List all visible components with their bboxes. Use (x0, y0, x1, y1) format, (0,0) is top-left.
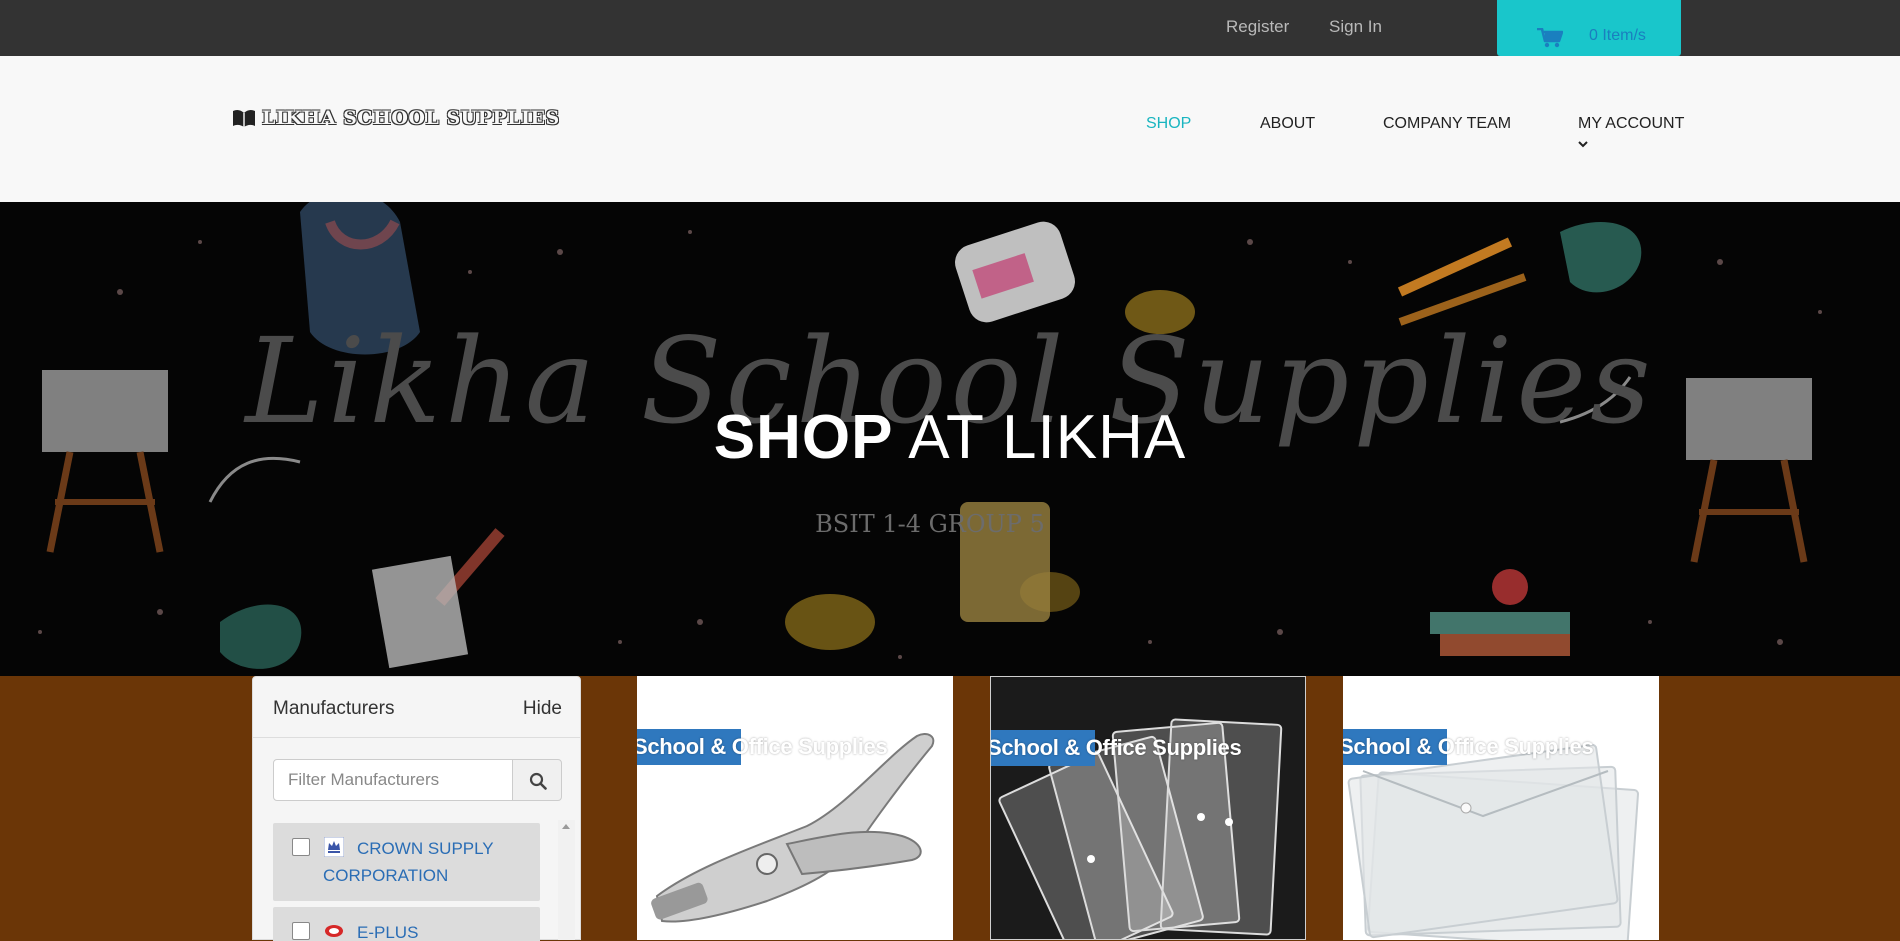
search-icon (529, 772, 547, 790)
manufacturer-checkbox[interactable] (292, 922, 310, 940)
manufacturer-list-scrollbar[interactable] (558, 820, 575, 940)
site-header: LIKHA SCHOOL SUPPLIES SHOP ABOUT COMPANY… (0, 56, 1900, 202)
list-item[interactable]: E-PLUS STATIONERY, (273, 907, 540, 941)
hero-title-bold: SHOP (713, 403, 894, 472)
cart-count: 0 Item/s (1589, 27, 1646, 44)
manufacturer-filter (273, 759, 562, 801)
register-link[interactable]: Register (1226, 17, 1289, 37)
hide-button[interactable]: Hide (523, 698, 562, 720)
nav-about[interactable]: ABOUT (1260, 115, 1315, 133)
manufacturer-list: CROWN SUPPLY CORPORATION E-PLUS STATIONE… (273, 823, 540, 941)
product-card[interactable]: School & Office Supplies (1343, 676, 1659, 940)
hero-banner: Likha School Supplies SHOP AT LIKHA BSIT… (0, 202, 1900, 676)
sign-in-link[interactable]: Sign In (1329, 17, 1382, 37)
cart-button[interactable]: 0 Item/s (1497, 0, 1681, 56)
logo-text: LIKHA SCHOOL SUPPLIES (262, 107, 560, 129)
category-label: School & Office Supplies (990, 735, 1242, 760)
manufacturer-name[interactable]: E-PLUS STATIONERY, (273, 907, 540, 941)
top-bar: Register Sign In 0 Item/s (0, 0, 1900, 56)
eplus-logo-icon (325, 925, 343, 937)
clear-envelopes-image (991, 677, 1305, 939)
hole-puncher-image (651, 733, 935, 923)
filter-input[interactable] (273, 759, 513, 801)
product-card[interactable]: School & Office Supplies (990, 676, 1306, 940)
manufacturers-panel: Manufacturers Hide CROWN SUPPLY CORPORAT… (252, 676, 581, 941)
nav-shop[interactable]: SHOP (1146, 115, 1191, 133)
hero-subtitle: BSIT 1-4 GROUP 5 (815, 510, 1045, 538)
category-label: School & Office Supplies (1343, 734, 1594, 759)
clear-envelopes-image (1347, 743, 1639, 940)
manufacturer-name[interactable]: CROWN SUPPLY CORPORATION (273, 823, 540, 899)
category-label: School & Office Supplies (637, 734, 888, 759)
book-icon (233, 109, 255, 127)
nav-my-account[interactable]: MY ACCOUNT (1578, 115, 1684, 133)
scroll-up-arrow-icon[interactable] (562, 824, 570, 829)
filter-search-button[interactable] (512, 759, 562, 801)
product-card[interactable]: School & Office Supplies (637, 676, 953, 940)
hero-title-rest: AT LIKHA (908, 403, 1187, 472)
manufacturer-checkbox[interactable] (292, 838, 310, 856)
chevron-down-icon[interactable] (1578, 140, 1588, 148)
list-item[interactable]: CROWN SUPPLY CORPORATION (273, 823, 540, 901)
site-logo[interactable]: LIKHA SCHOOL SUPPLIES (232, 107, 560, 129)
hero-title: SHOP AT LIKHA (0, 402, 1900, 473)
panel-title: Manufacturers (273, 698, 395, 719)
crown-supply-logo-icon (324, 837, 344, 857)
nav-company-team[interactable]: COMPANY TEAM (1383, 115, 1511, 133)
cart-icon (1537, 28, 1563, 48)
panel-header: Manufacturers Hide (253, 677, 580, 738)
